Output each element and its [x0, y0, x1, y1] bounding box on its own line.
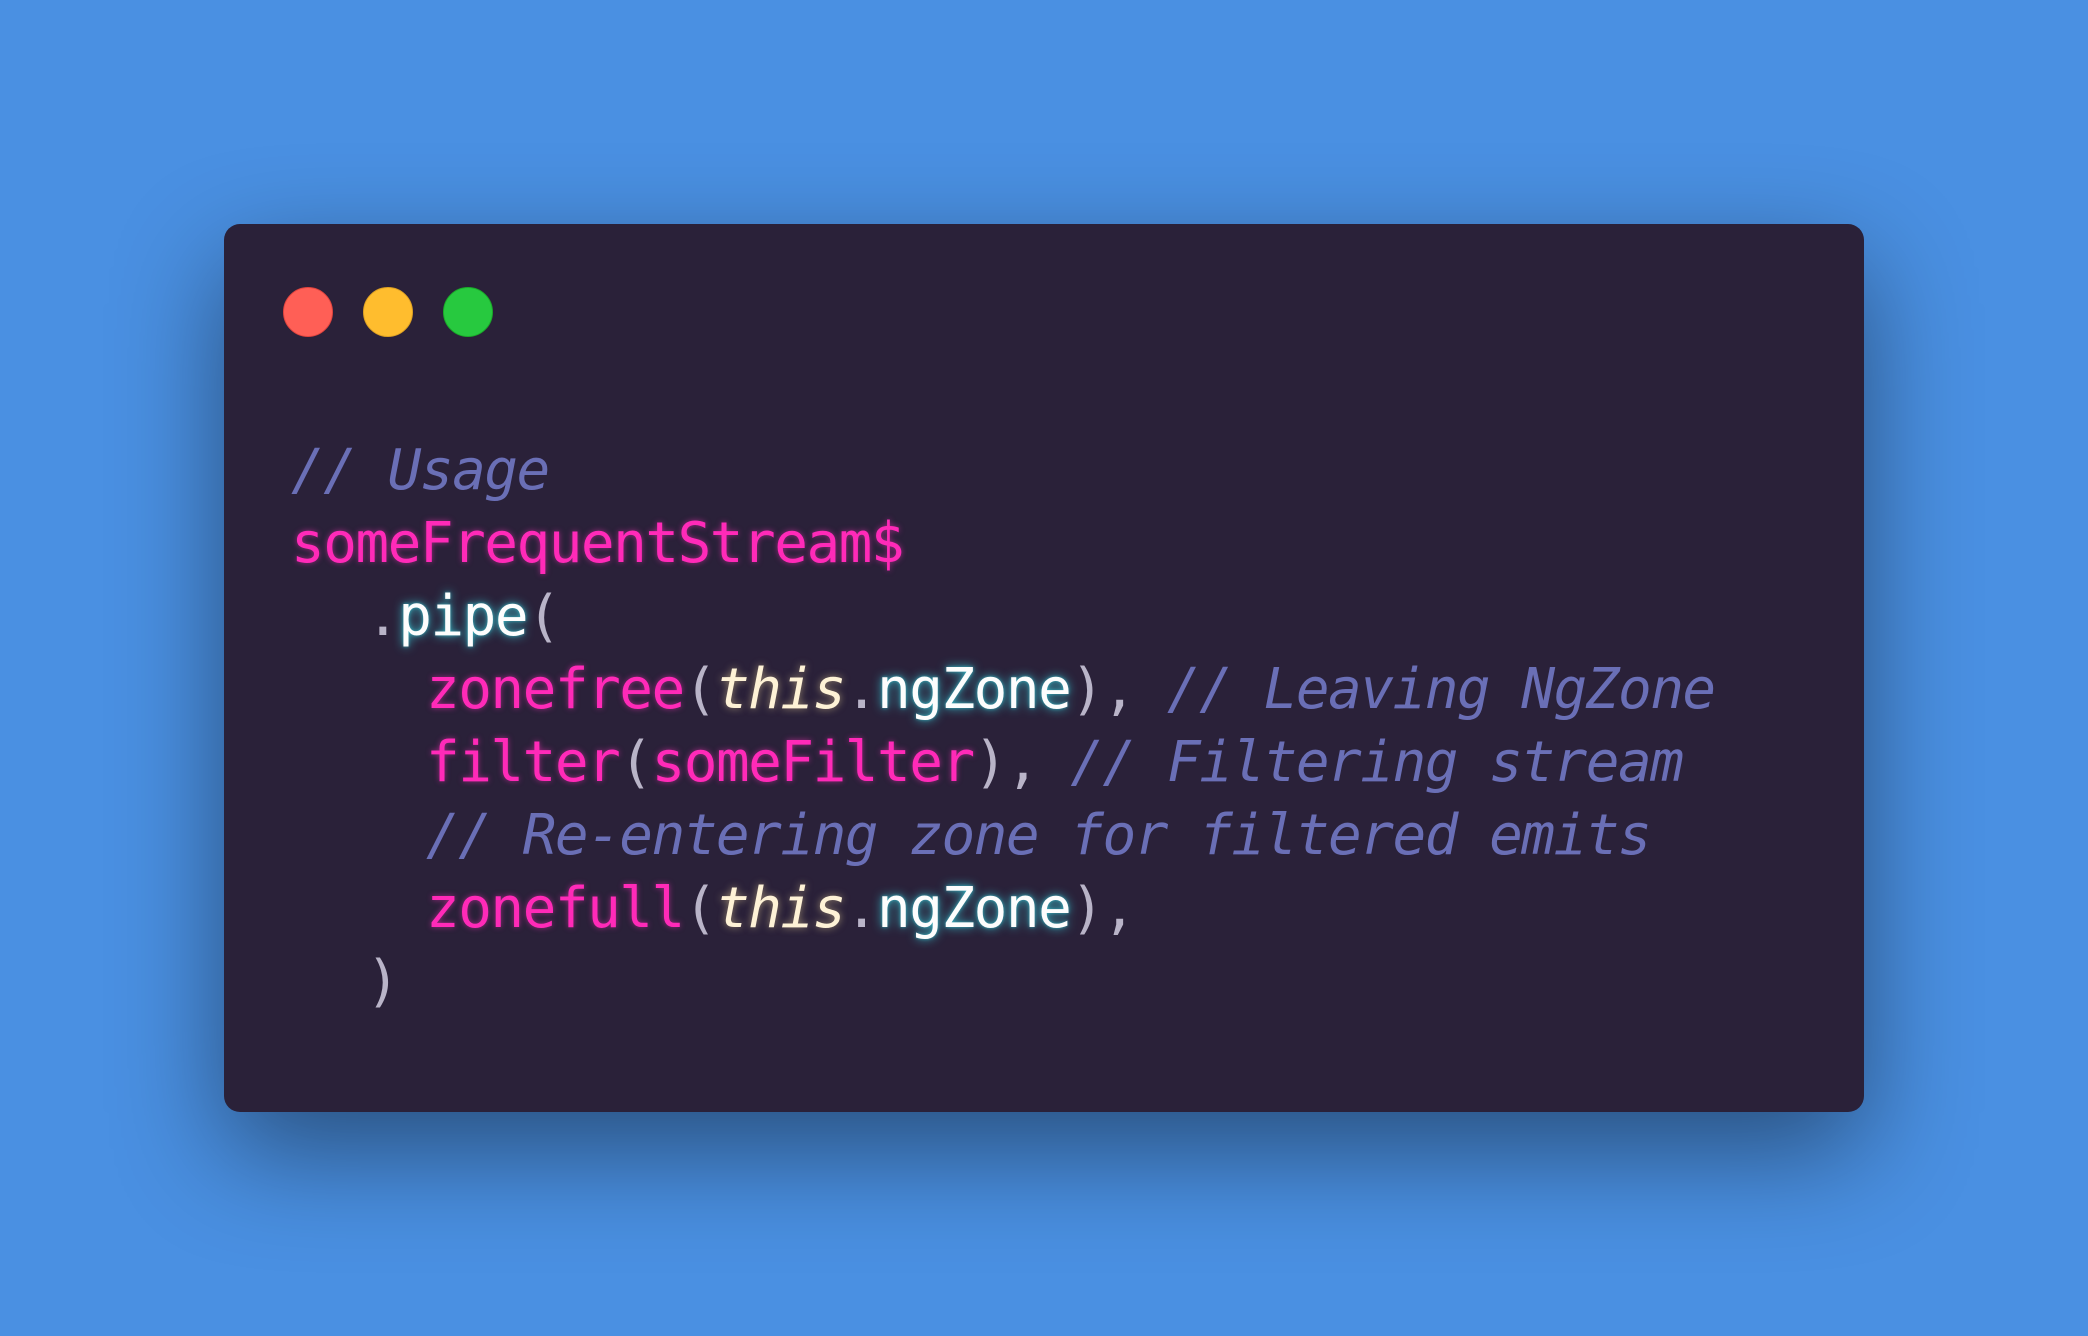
- comment-token: // Leaving NgZone: [1166, 657, 1716, 722]
- code-line-3: .pipe(: [291, 580, 1715, 653]
- function-token: zonefree: [426, 657, 685, 722]
- this-keyword-token: this: [715, 657, 846, 722]
- code-line-8: ): [291, 945, 1715, 1018]
- punctuation-token: .: [844, 876, 879, 941]
- comment-token: // Usage: [291, 438, 550, 503]
- code-block: // Usage someFrequentStream$ .pipe(zonefre…: [291, 434, 1716, 1018]
- punctuation-token: (: [683, 657, 718, 722]
- punctuation-token: ),: [973, 730, 1040, 795]
- variable-token: someFrequentStream$: [291, 511, 905, 576]
- code-window: // Usage someFrequentStream$ .pipe(zonefre…: [224, 224, 1864, 1112]
- punctuation-token: ),: [1070, 657, 1136, 722]
- punctuation-token: (: [619, 730, 653, 795]
- code-line-5: filter(someFilter), // Filtering stream: [291, 726, 1715, 799]
- this-keyword-token: this: [715, 876, 846, 941]
- punctuation-token: (: [527, 584, 561, 649]
- maximize-dot-icon[interactable]: [443, 287, 493, 337]
- property-token: ngZone: [877, 657, 1072, 722]
- punctuation-token: .: [366, 584, 400, 649]
- code-line-7: zonefull(this.ngZone),: [291, 872, 1715, 945]
- close-dot-icon[interactable]: [283, 287, 333, 337]
- comment-token: // Re-entering zone for filtered emits: [426, 803, 1652, 868]
- punctuation-token: ): [366, 949, 400, 1014]
- function-token: zonefull: [426, 876, 685, 941]
- property-token: ngZone: [877, 876, 1072, 941]
- punctuation-token: (: [683, 876, 718, 941]
- comment-token: // Filtering stream: [1070, 730, 1684, 795]
- method-token: pipe: [398, 584, 528, 649]
- code-line-2: someFrequentStream$: [291, 507, 1715, 580]
- code-line-4: zonefree(this.ngZone), // Leaving NgZone: [291, 653, 1716, 726]
- window-controls: [283, 287, 493, 337]
- punctuation-token: ),: [1070, 876, 1136, 941]
- minimize-dot-icon[interactable]: [363, 287, 413, 337]
- code-line-1: // Usage: [291, 434, 1715, 507]
- punctuation-token: .: [844, 657, 879, 722]
- argument-token: someFilter: [651, 730, 976, 795]
- function-token: filter: [426, 730, 621, 795]
- code-line-6: // Re-entering zone for filtered emits: [291, 799, 1715, 872]
